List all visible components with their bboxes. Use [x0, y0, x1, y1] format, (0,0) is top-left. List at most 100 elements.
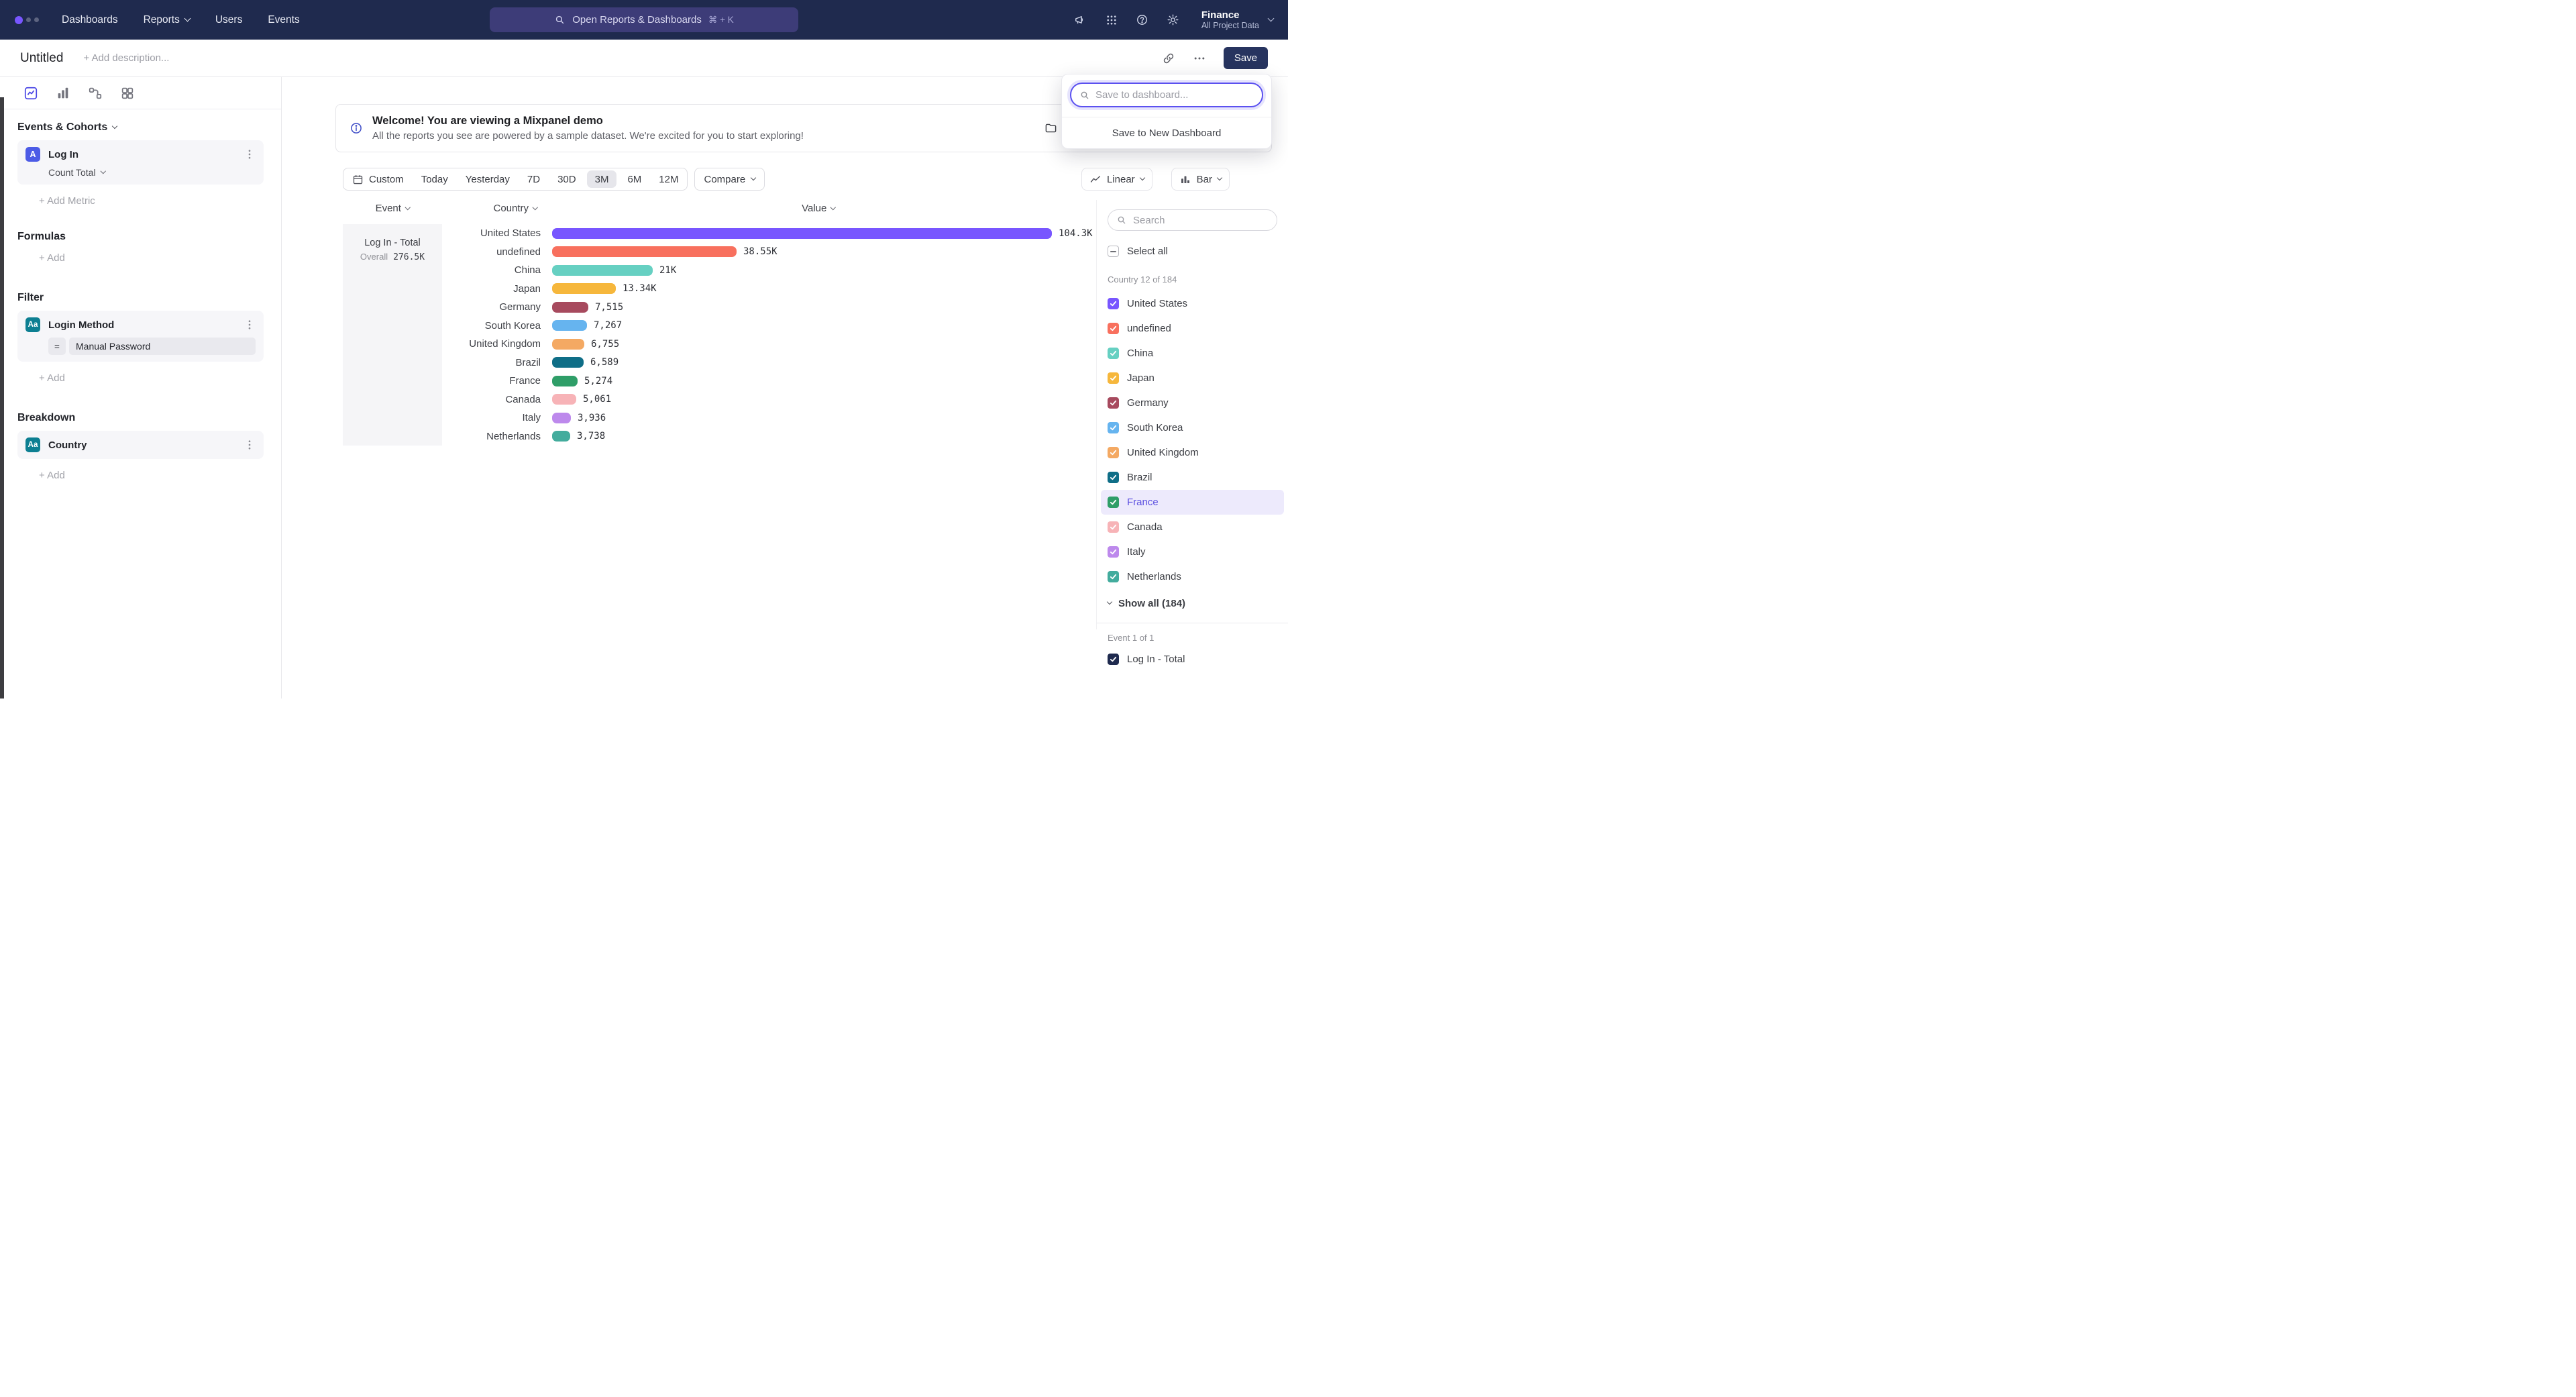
- help-icon[interactable]: [1136, 13, 1149, 27]
- project-switcher[interactable]: Finance All Project Data: [1201, 9, 1259, 30]
- scale-selector[interactable]: Linear: [1081, 168, 1152, 191]
- legend-country-row[interactable]: undefined: [1101, 316, 1284, 341]
- breakdown-property-name[interactable]: Country: [48, 439, 87, 451]
- bar[interactable]: [552, 283, 616, 294]
- range-yesterday[interactable]: Yesterday: [457, 168, 519, 190]
- legend-country-row[interactable]: France: [1101, 490, 1284, 515]
- bar[interactable]: [552, 413, 571, 423]
- column-header-value[interactable]: Value: [657, 203, 979, 214]
- range-12m[interactable]: 12M: [650, 168, 687, 190]
- country-checkbox[interactable]: [1108, 422, 1119, 433]
- filter-operator-selector[interactable]: =: [48, 338, 66, 355]
- legend-country-row[interactable]: South Korea: [1101, 415, 1284, 440]
- breakdown-kebab-icon[interactable]: [244, 439, 256, 451]
- bar[interactable]: [552, 431, 570, 442]
- filter-kebab-icon[interactable]: [244, 319, 256, 331]
- nav-reports[interactable]: Reports: [144, 14, 190, 26]
- legend-country-row[interactable]: Netherlands: [1101, 564, 1284, 589]
- show-all-button[interactable]: Show all (184): [1108, 589, 1277, 617]
- tab-insights[interactable]: [23, 86, 38, 101]
- event-checkbox[interactable]: [1108, 654, 1119, 665]
- nav-events[interactable]: Events: [268, 14, 299, 26]
- range-3m[interactable]: 3M: [587, 170, 617, 188]
- metric-event-name[interactable]: Log In: [48, 149, 78, 160]
- legend-country-row[interactable]: Germany: [1101, 391, 1284, 415]
- select-all-checkbox[interactable]: [1108, 246, 1119, 257]
- add-description-field[interactable]: + Add description...: [83, 52, 169, 64]
- left-scrollbar[interactable]: [0, 97, 4, 698]
- nav-dashboards[interactable]: Dashboards: [62, 14, 118, 26]
- bar[interactable]: [552, 302, 588, 313]
- country-checkbox[interactable]: [1108, 546, 1119, 558]
- event-series-cell[interactable]: Log In - Total Overall 276.5K: [343, 224, 442, 446]
- country-checkbox[interactable]: [1108, 521, 1119, 533]
- bar[interactable]: [552, 320, 587, 331]
- global-search-button[interactable]: Open Reports & Dashboards ⌘ + K: [490, 7, 798, 32]
- filter-value-selector[interactable]: Manual Password: [69, 338, 256, 355]
- filter-property-name[interactable]: Login Method: [48, 319, 114, 331]
- copy-link-icon[interactable]: [1162, 52, 1175, 65]
- report-title[interactable]: Untitled: [20, 51, 63, 66]
- country-checkbox[interactable]: [1108, 323, 1119, 334]
- legend-search[interactable]: [1108, 209, 1277, 231]
- add-filter-button[interactable]: + Add: [39, 372, 264, 384]
- metric-card[interactable]: A Log In Count Total: [17, 140, 264, 185]
- select-all-row[interactable]: Select all: [1108, 246, 1277, 257]
- range-30d[interactable]: 30D: [549, 168, 585, 190]
- save-to-new-dashboard-button[interactable]: Save to New Dashboard: [1062, 117, 1271, 148]
- legend-country-row[interactable]: United Kingdom: [1101, 440, 1284, 465]
- range-6m[interactable]: 6M: [619, 168, 650, 190]
- country-checkbox[interactable]: [1108, 571, 1119, 582]
- save-button[interactable]: Save: [1224, 47, 1268, 69]
- range-7d[interactable]: 7D: [519, 168, 549, 190]
- tab-flows[interactable]: [88, 86, 103, 101]
- bar[interactable]: [552, 339, 584, 350]
- bar[interactable]: [552, 394, 576, 405]
- check-icon: [1110, 548, 1117, 556]
- save-dashboard-search[interactable]: [1070, 83, 1263, 107]
- metric-kebab-icon[interactable]: [244, 148, 256, 160]
- chart-type-selector[interactable]: Bar: [1171, 168, 1230, 191]
- announcement-icon[interactable]: [1074, 13, 1087, 27]
- range-custom[interactable]: Custom: [343, 168, 413, 190]
- country-checkbox[interactable]: [1108, 472, 1119, 483]
- add-metric-button[interactable]: + Add Metric: [39, 195, 264, 207]
- settings-gear-icon[interactable]: [1167, 13, 1180, 27]
- legend-country-row[interactable]: United States: [1101, 291, 1284, 316]
- bar[interactable]: [552, 376, 578, 386]
- legend-country-row[interactable]: China: [1101, 341, 1284, 366]
- breakdown-card[interactable]: Aa Country: [17, 431, 264, 459]
- country-checkbox[interactable]: [1108, 298, 1119, 309]
- mixpanel-logo[interactable]: [15, 16, 39, 24]
- compare-button[interactable]: Compare: [694, 168, 765, 191]
- legend-search-input[interactable]: [1133, 215, 1269, 226]
- save-dashboard-search-input[interactable]: [1095, 89, 1254, 101]
- legend-country-row[interactable]: Brazil: [1101, 465, 1284, 490]
- bar[interactable]: [552, 228, 1052, 239]
- bar[interactable]: [552, 246, 737, 257]
- column-header-event[interactable]: Event: [343, 203, 442, 214]
- range-today[interactable]: Today: [413, 168, 457, 190]
- add-formula-button[interactable]: + Add: [39, 252, 264, 264]
- filter-card[interactable]: Aa Login Method = Manual Password: [17, 311, 264, 362]
- aggregation-selector[interactable]: Count Total: [48, 167, 256, 178]
- legend-country-row[interactable]: Japan: [1101, 366, 1284, 391]
- column-header-country[interactable]: Country: [466, 203, 564, 214]
- country-checkbox[interactable]: [1108, 447, 1119, 458]
- add-breakdown-button[interactable]: + Add: [39, 470, 264, 481]
- bar[interactable]: [552, 265, 653, 276]
- apps-grid-icon[interactable]: [1105, 13, 1118, 27]
- bar[interactable]: [552, 357, 584, 368]
- more-options-icon[interactable]: [1193, 52, 1206, 65]
- legend-country-row[interactable]: Canada: [1101, 515, 1284, 539]
- nav-users[interactable]: Users: [215, 14, 242, 26]
- tab-retention[interactable]: [120, 86, 135, 101]
- events-cohorts-header[interactable]: Events & Cohorts: [17, 121, 264, 134]
- country-checkbox[interactable]: [1108, 397, 1119, 409]
- country-checkbox[interactable]: [1108, 372, 1119, 384]
- legend-event-row[interactable]: Log In - Total: [1108, 647, 1277, 672]
- country-checkbox[interactable]: [1108, 497, 1119, 508]
- tab-funnels[interactable]: [56, 86, 70, 101]
- country-checkbox[interactable]: [1108, 348, 1119, 359]
- legend-country-row[interactable]: Italy: [1101, 539, 1284, 564]
